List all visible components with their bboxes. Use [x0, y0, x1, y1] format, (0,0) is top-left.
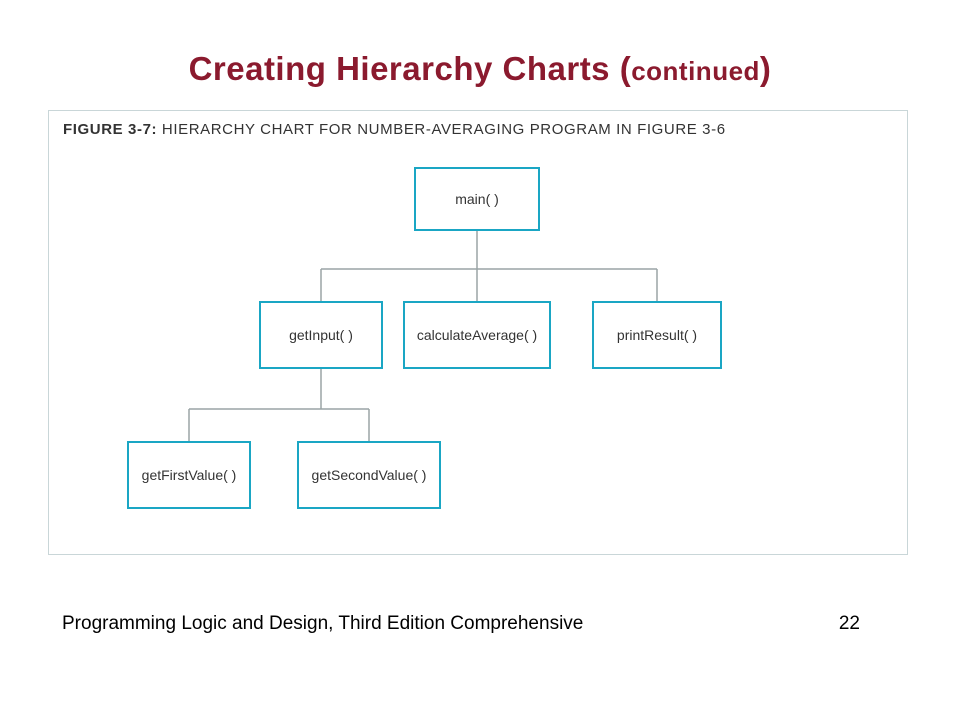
node-getsecondvalue: getSecondValue( ) [297, 441, 441, 509]
slide-title: Creating Hierarchy Charts (continued) [0, 0, 960, 88]
figure-frame: FIGURE 3-7: HIERARCHY CHART FOR NUMBER-A… [48, 110, 908, 555]
node-getfirstvalue-label: getFirstValue( ) [142, 467, 237, 483]
hierarchy-diagram: main( ) getInput( ) calculateAverage( ) … [49, 151, 907, 551]
node-getfirstvalue: getFirstValue( ) [127, 441, 251, 509]
footer-page: 22 [839, 613, 860, 635]
node-calculateaverage-label: calculateAverage( ) [417, 327, 537, 343]
node-calculateaverage: calculateAverage( ) [403, 301, 551, 369]
footer-source: Programming Logic and Design, Third Edit… [62, 613, 583, 635]
node-getsecondvalue-label: getSecondValue( ) [312, 467, 427, 483]
node-main-label: main( ) [455, 191, 499, 207]
node-printresult-label: printResult( ) [617, 327, 697, 343]
node-getinput-label: getInput( ) [289, 327, 353, 343]
node-printresult: printResult( ) [592, 301, 722, 369]
node-getinput: getInput( ) [259, 301, 383, 369]
figure-caption-text: HIERARCHY CHART FOR NUMBER-AVERAGING PRO… [157, 121, 726, 138]
title-sub: continued [631, 56, 760, 86]
node-main: main( ) [414, 167, 540, 231]
figure-caption: FIGURE 3-7: HIERARCHY CHART FOR NUMBER-A… [63, 121, 726, 138]
title-main: Creating Hierarchy Charts ( [189, 50, 632, 87]
title-close: ) [760, 50, 772, 87]
figure-label: FIGURE 3-7: [63, 121, 157, 138]
